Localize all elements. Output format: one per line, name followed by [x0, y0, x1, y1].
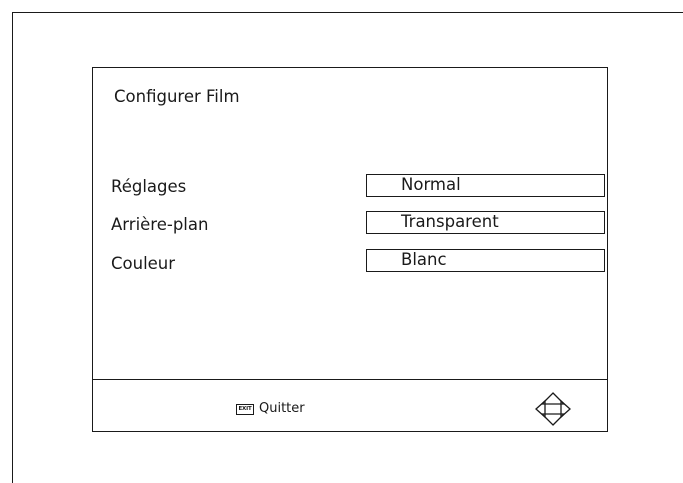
- setting-value-arriere-plan[interactable]: Transparent: [366, 211, 605, 234]
- settings-panel: Configurer Film Réglages Normal Arrière-…: [92, 67, 608, 432]
- exit-label[interactable]: Quitter: [259, 401, 305, 416]
- setting-label-reglages: Réglages: [111, 177, 187, 196]
- four-way-arrows-icon[interactable]: [535, 392, 571, 426]
- footer-divider: [93, 379, 607, 380]
- setting-label-couleur: Couleur: [111, 254, 176, 273]
- setting-label-arriere-plan: Arrière-plan: [111, 215, 209, 234]
- outer-frame-left-border: [12, 12, 13, 483]
- setting-value-couleur[interactable]: Blanc: [366, 249, 605, 272]
- exit-key-icon[interactable]: EXIT: [236, 404, 254, 415]
- panel-title: Configurer Film: [114, 87, 240, 106]
- setting-value-reglages[interactable]: Normal: [366, 174, 605, 197]
- outer-frame-top-border: [12, 12, 683, 13]
